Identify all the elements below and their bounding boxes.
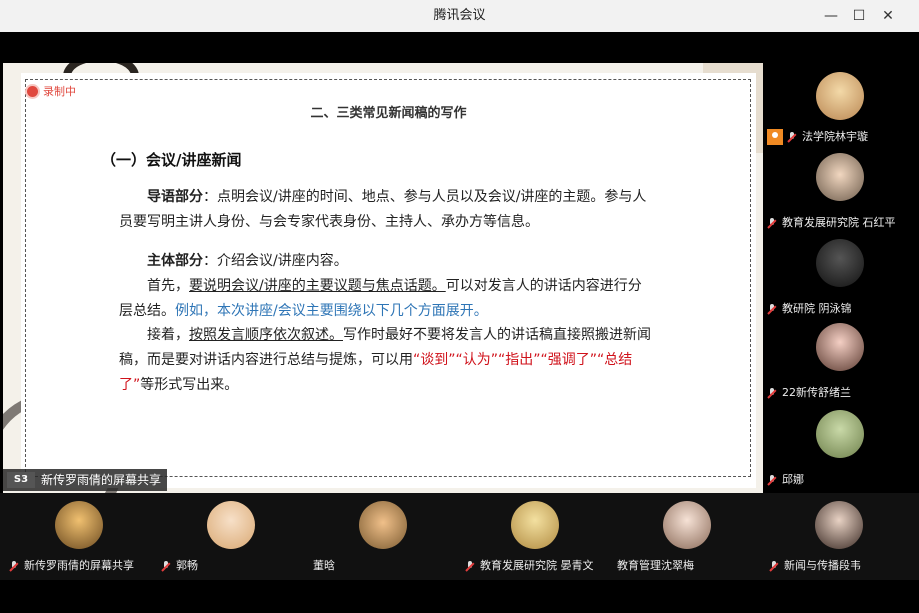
participant-label: 邱娜: [782, 473, 804, 486]
participant-name: 邱娜: [767, 471, 804, 489]
participant-tile[interactable]: 董晗: [307, 493, 459, 580]
share-label-text: 新传罗雨倩的屏幕共享: [41, 473, 162, 487]
paragraph-body: 主体部分：介绍会议/讲座内容。: [119, 249, 654, 274]
screen-share-area[interactable]: 录制中 二、三类常见新闻稿的写作 （一）会议/讲座新闻 导语部分：点明会议/讲座…: [3, 63, 763, 493]
avatar: [663, 501, 711, 549]
participant-strip: 新传罗雨倩的屏幕共享 郭畅 董晗 教育发展研究院 晏青文 教育管理沈翠梅 新闻与…: [0, 493, 919, 580]
participant-label: 教研院 阴泳锦: [782, 302, 852, 315]
participant-tile[interactable]: 法学院林宇璇: [763, 64, 919, 148]
next-underline: 按照发言顺序依次叙述。: [189, 327, 343, 343]
participant-name: 教研院 阴泳锦: [767, 300, 852, 318]
mic-muted-icon: [767, 387, 777, 399]
participant-tile[interactable]: 郭畅: [155, 493, 307, 580]
participant-label: 新闻与传播段韦: [784, 559, 861, 572]
participant-label: 22新传舒绪兰: [782, 386, 851, 399]
participant-tile[interactable]: 教育发展研究院 石红平: [763, 150, 919, 234]
paragraph-lead: 导语部分：点明会议/讲座的时间、地点、参与人员以及会议/讲座的主题。参与人员要写…: [119, 185, 654, 235]
avatar: [816, 239, 864, 287]
participant-tile[interactable]: 新闻与传播段韦: [763, 493, 915, 580]
minimize-button[interactable]: —: [816, 0, 846, 32]
participant-name: 郭畅: [161, 557, 198, 575]
participant-label: 教育管理沈翠梅: [617, 559, 694, 572]
participant-name: 新闻与传播段韦: [769, 557, 861, 575]
participant-tile[interactable]: 邱娜: [763, 407, 919, 491]
recording-indicator[interactable]: 录制中: [27, 83, 76, 99]
maximize-button[interactable]: ☐: [844, 0, 874, 32]
body-label: 主体部分: [147, 253, 203, 269]
participant-label: 法学院林宇璇: [802, 130, 868, 143]
paragraph-first: 首先，要说明会议/讲座的主要议题与焦点话题。可以对发言人的讲话内容进行分层总结。…: [119, 274, 654, 324]
mic-icon: [9, 560, 19, 572]
avatar: [816, 323, 864, 371]
first-example: 例如，本次讲座/会议主要围绕以下几个方面展开。: [175, 303, 488, 319]
avatar: [816, 410, 864, 458]
recording-label: 录制中: [43, 85, 76, 98]
mic-muted-icon: [161, 560, 171, 572]
share-label: S3 新传罗雨倩的屏幕共享: [3, 469, 168, 491]
participant-label: 教育发展研究院 晏青文: [480, 559, 594, 572]
recording-dot-icon: [27, 85, 38, 97]
avatar: [207, 501, 255, 549]
screen-share-icon: S3: [7, 472, 35, 488]
participant-label: 董晗: [313, 559, 335, 572]
participant-label: 新传罗雨倩的屏幕共享: [24, 559, 134, 572]
participant-label: 郭畅: [176, 559, 198, 572]
slide: 录制中 二、三类常见新闻稿的写作 （一）会议/讲座新闻 导语部分：点明会议/讲座…: [21, 73, 756, 488]
avatar: [816, 72, 864, 120]
lead-label: 导语部分: [147, 189, 203, 205]
avatar: [511, 501, 559, 549]
participant-name: 教育发展研究院 石红平: [767, 214, 896, 232]
slide-heading: （一）会议/讲座新闻: [101, 151, 242, 169]
mic-muted-icon: [767, 303, 777, 315]
title-bar: 腾讯会议 — ☐ ✕: [0, 0, 919, 32]
participant-tile[interactable]: 教育发展研究院 晏青文: [459, 493, 611, 580]
close-button[interactable]: ✕: [873, 0, 903, 32]
next-prefix: 接着，: [147, 327, 189, 343]
window-title: 腾讯会议: [433, 8, 486, 23]
participant-name: 法学院林宇璇: [767, 128, 868, 146]
avatar: [55, 501, 103, 549]
participant-name: 新传罗雨倩的屏幕共享: [9, 557, 134, 575]
participant-tile[interactable]: 教育管理沈翠梅: [611, 493, 763, 580]
mic-muted-icon: [767, 217, 777, 229]
mic-muted-icon: [769, 560, 779, 572]
participant-column: 法学院林宇璇 教育发展研究院 石红平 教研院 阴泳锦 22新传舒绪兰 邱娜: [763, 64, 919, 491]
participant-tile[interactable]: 教研院 阴泳锦: [763, 236, 919, 320]
participant-name: 教育管理沈翠梅: [617, 557, 694, 575]
avatar: [816, 153, 864, 201]
mic-muted-icon: [787, 131, 797, 143]
next-end: 等形式写出来。: [140, 377, 239, 393]
first-prefix: 首先，: [147, 278, 189, 294]
participant-tile[interactable]: 22新传舒绪兰: [763, 320, 919, 404]
paragraph-next: 接着，按照发言顺序依次叙述。写作时最好不要将发言人的讲话稿直接照搬进新闻稿，而是…: [119, 323, 654, 398]
participant-name: 22新传舒绪兰: [767, 384, 851, 402]
person-icon: [767, 129, 783, 145]
avatar: [815, 501, 863, 549]
body-text: ：介绍会议/讲座内容。: [203, 253, 348, 269]
first-underline: 要说明会议/讲座的主要议题与焦点话题。: [189, 278, 446, 294]
participant-name: 董晗: [313, 557, 335, 575]
mic-muted-icon: [465, 560, 475, 572]
mic-muted-icon: [767, 474, 777, 486]
participant-label: 教育发展研究院 石红平: [782, 216, 896, 229]
participant-name: 教育发展研究院 晏青文: [465, 557, 594, 575]
participant-tile[interactable]: 新传罗雨倩的屏幕共享: [3, 493, 155, 580]
slide-title: 二、三类常见新闻稿的写作: [310, 106, 467, 121]
avatar: [359, 501, 407, 549]
